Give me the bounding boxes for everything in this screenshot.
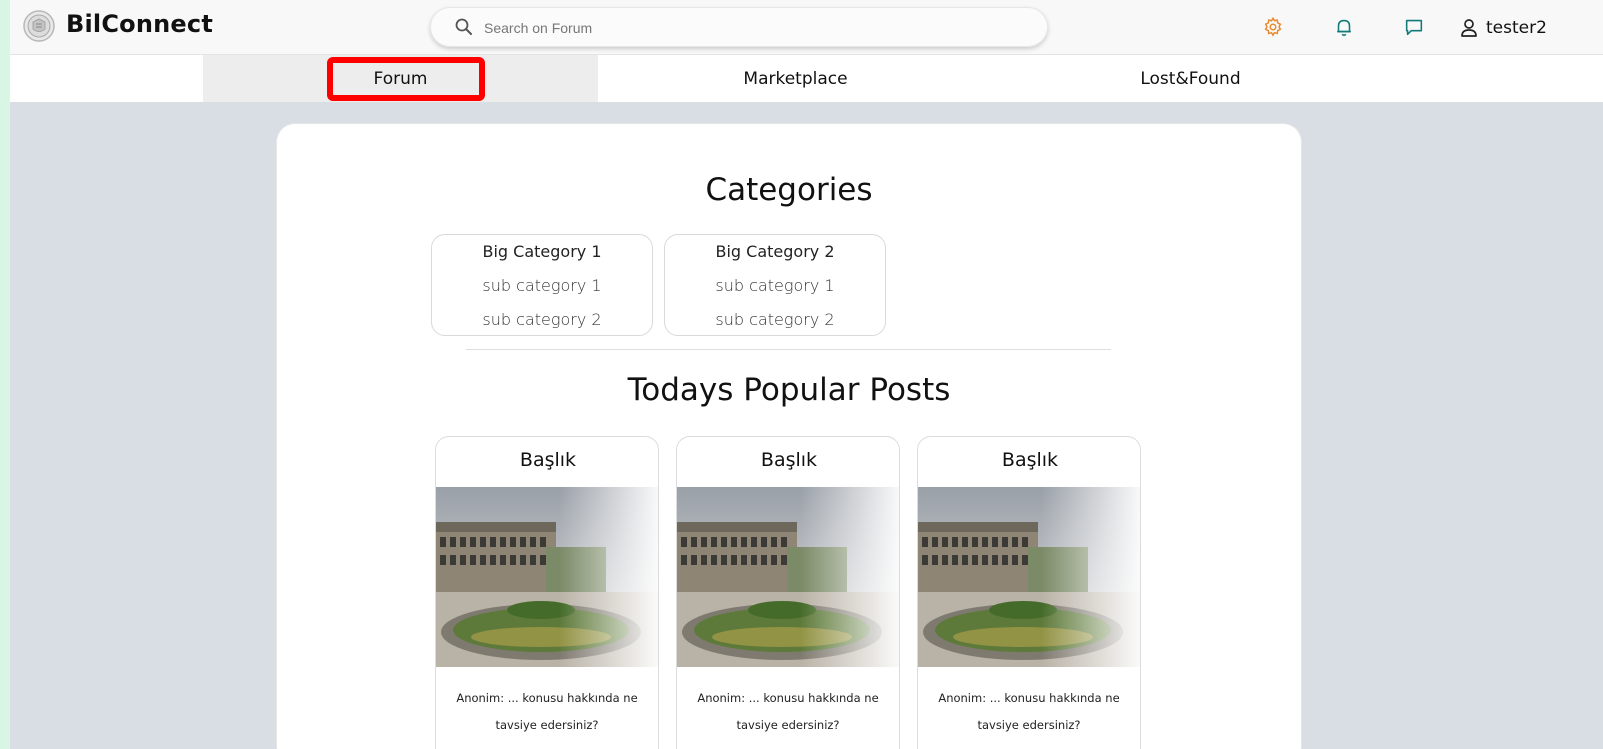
search-bar[interactable] xyxy=(430,7,1048,47)
brand-name[interactable]: BilConnect xyxy=(66,10,213,38)
campus-building-image xyxy=(677,487,899,667)
user-icon xyxy=(1461,19,1477,37)
chat-icon[interactable] xyxy=(1403,16,1425,38)
username: tester2 xyxy=(1486,18,1547,38)
sub-category[interactable]: sub category 1 xyxy=(432,269,652,303)
post-title: Başlık xyxy=(519,449,577,471)
tab-forum[interactable]: Forum xyxy=(203,55,598,102)
big-category[interactable]: Big Category 1 xyxy=(432,235,652,269)
categories-title: Categories xyxy=(705,172,873,208)
post-excerpt: Anonim: ... konusu hakkında ne tavsiye e… xyxy=(456,691,638,732)
app-window: BilConnect Search on Forum tester2 Forum… xyxy=(10,0,1603,749)
university-seal-icon[interactable] xyxy=(23,10,55,42)
bell-icon[interactable] xyxy=(1333,16,1355,38)
search-input[interactable] xyxy=(482,16,1006,40)
campus-building-image xyxy=(436,487,658,667)
sub-category[interactable]: sub category 2 xyxy=(432,303,652,337)
category-card: Big Category 1 sub category 1 sub catego… xyxy=(431,234,653,336)
post-excerpt: Anonim: ... konusu hakkında ne tavsiye e… xyxy=(697,691,879,732)
post-card[interactable]: Başlık Anonim: ... konusu hakkında ne ta… xyxy=(676,436,900,749)
post-title: Başlık xyxy=(760,449,818,471)
search-icon xyxy=(455,18,472,35)
category-card: Big Category 2 sub category 1 sub catego… xyxy=(664,234,886,336)
gear-icon[interactable] xyxy=(1262,16,1284,38)
user-menu[interactable]: tester2 xyxy=(1460,15,1547,41)
sub-category[interactable]: sub category 2 xyxy=(665,303,885,337)
post-card[interactable]: Başlık Anonim: ... konusu hakkında ne ta… xyxy=(917,436,1141,749)
big-category[interactable]: Big Category 2 xyxy=(665,235,885,269)
forum-panel: Categories Big Category 1 sub category 1… xyxy=(277,124,1301,749)
sub-category[interactable]: sub category 1 xyxy=(665,269,885,303)
post-excerpt: Anonim: ... konusu hakkında ne tavsiye e… xyxy=(938,691,1120,732)
tab-lost-found[interactable]: Lost&Found xyxy=(993,55,1388,102)
top-header: BilConnect Search on Forum tester2 xyxy=(10,0,1603,55)
main-tabs: Forum Marketplace Lost&Found xyxy=(10,55,1603,102)
post-card[interactable]: Başlık Anonim: ... konusu hakkında ne ta… xyxy=(435,436,659,749)
tab-marketplace[interactable]: Marketplace xyxy=(598,55,993,102)
popular-posts-title: Todays Popular Posts xyxy=(627,372,951,408)
section-divider xyxy=(466,349,1111,350)
campus-building-image xyxy=(918,487,1140,667)
post-title: Başlık xyxy=(1001,449,1059,471)
